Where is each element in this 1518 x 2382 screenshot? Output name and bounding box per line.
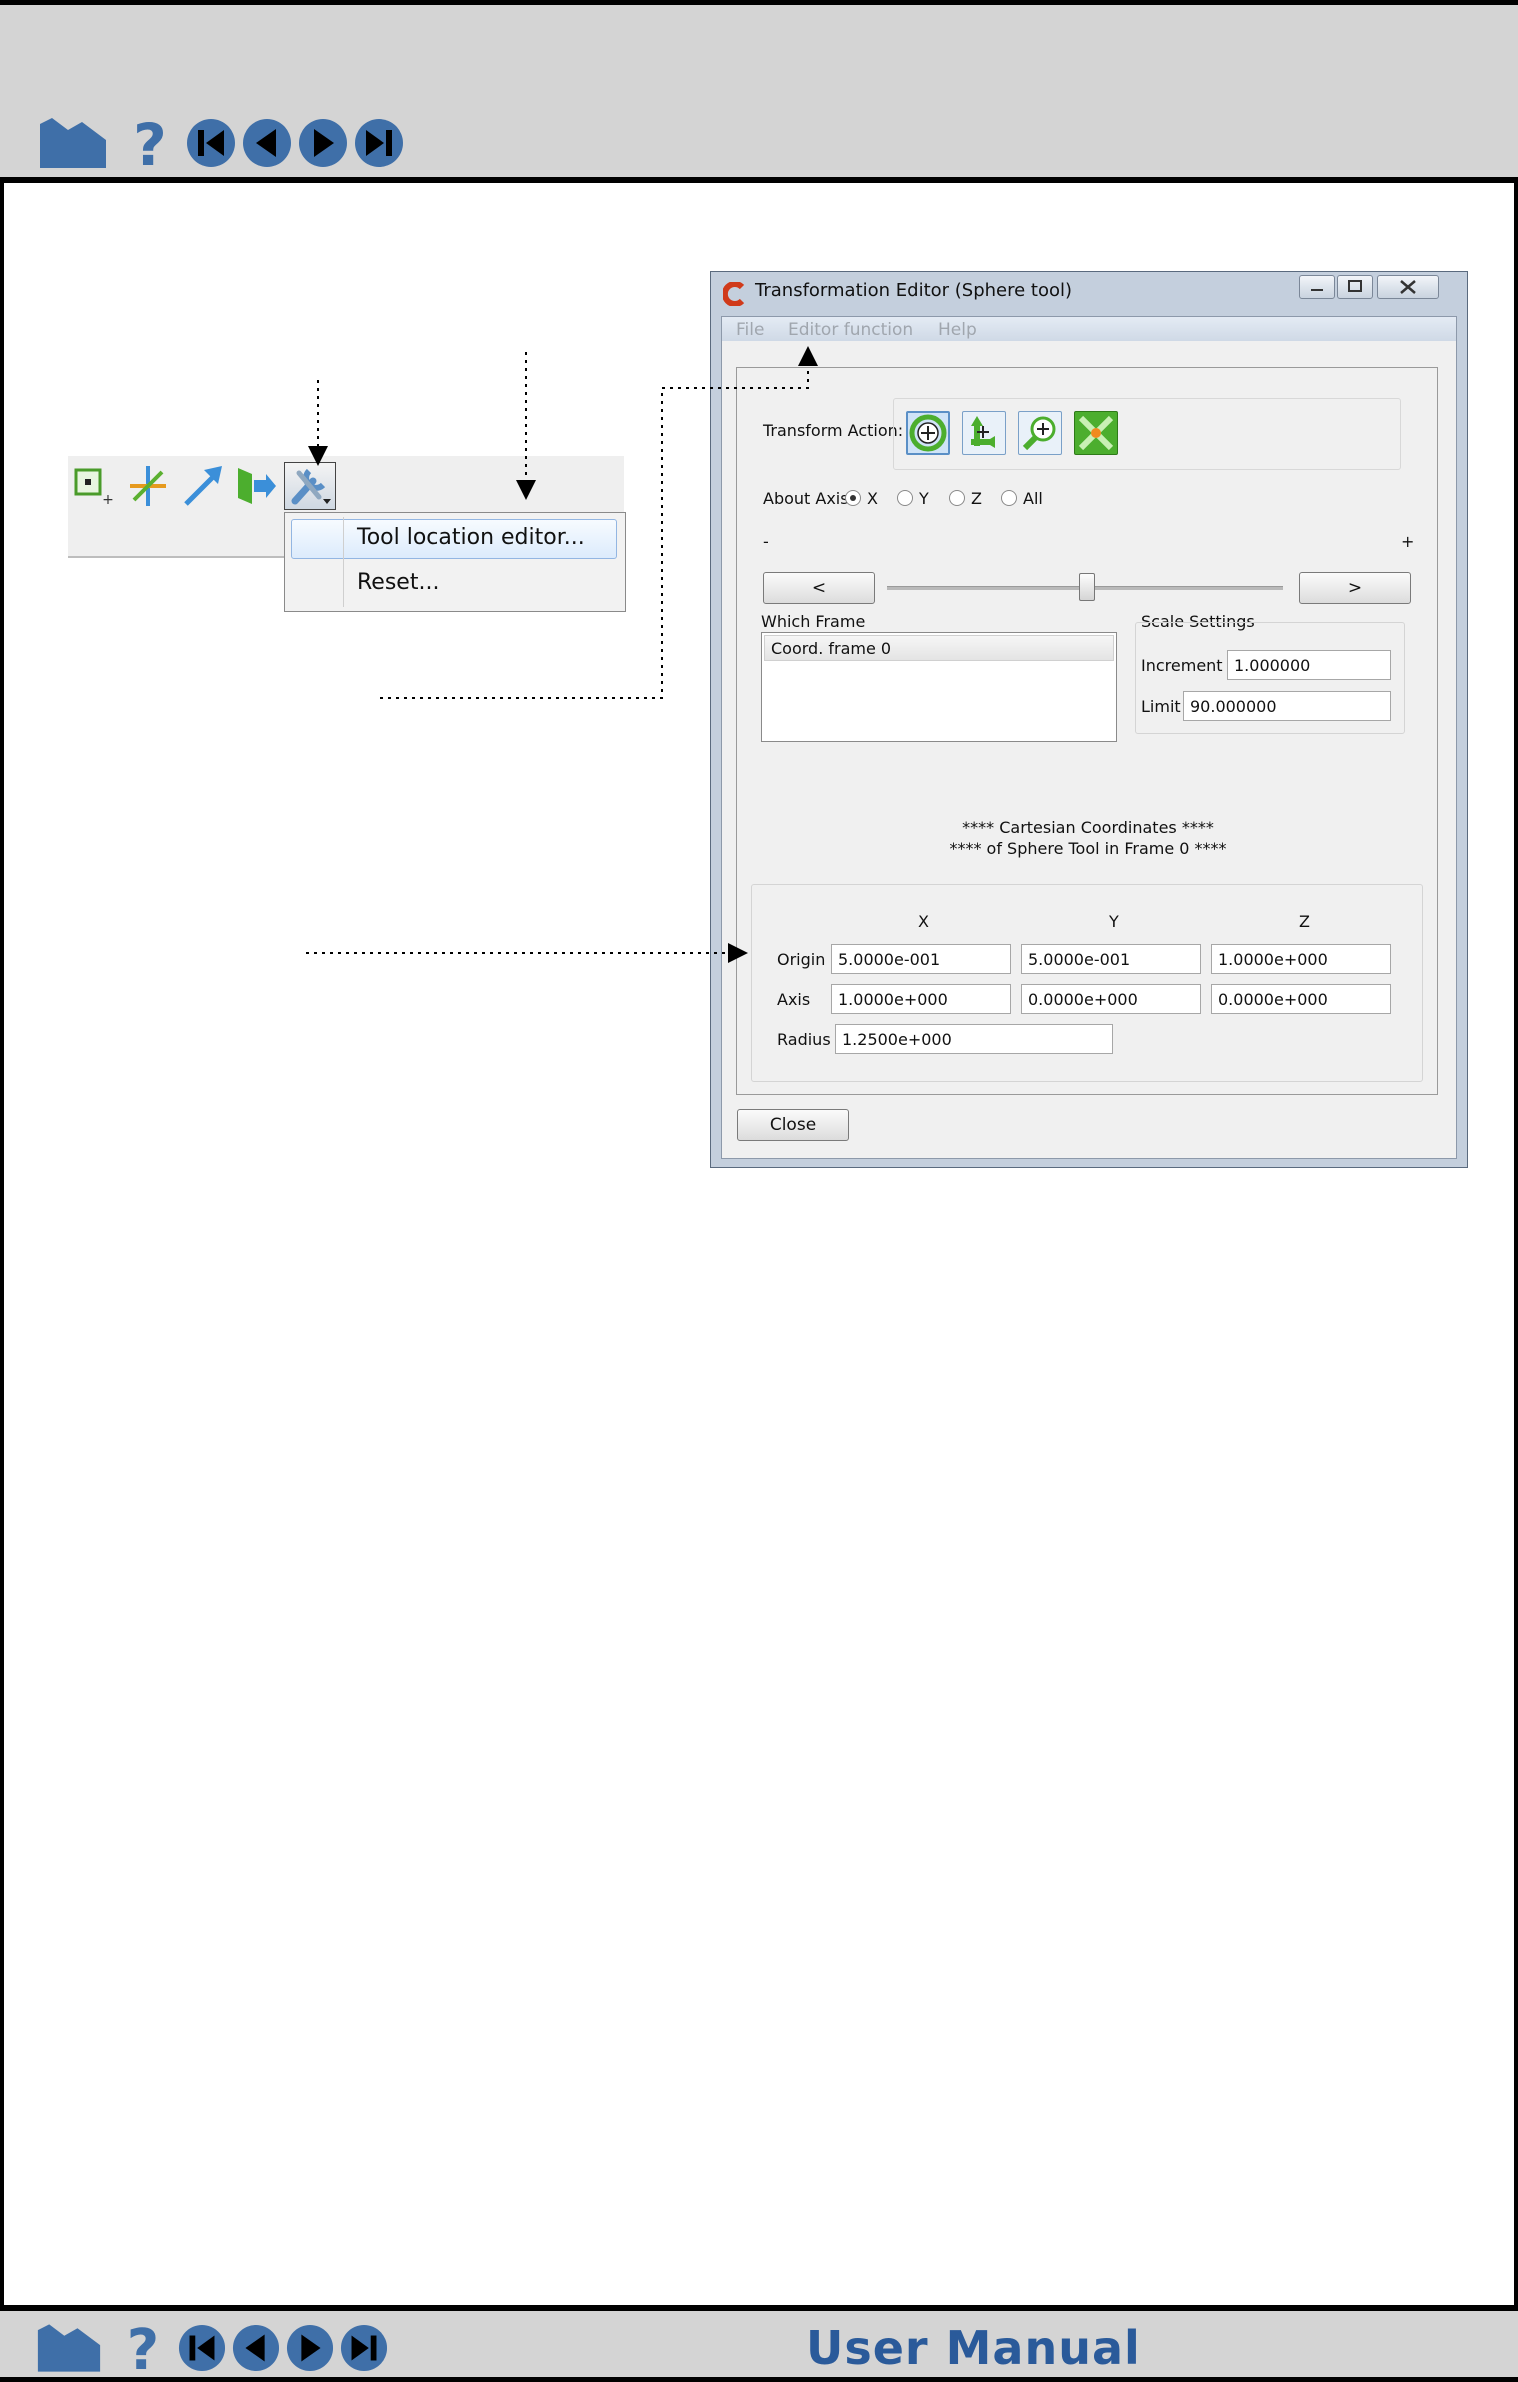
next-page-icon[interactable] (286, 2324, 334, 2372)
bottom-nav-icons: ? (36, 2319, 388, 2377)
manual-title: User Manual (806, 2321, 1141, 2375)
previous-page-icon[interactable] (232, 2324, 280, 2372)
help-icon[interactable]: ? (116, 2319, 170, 2377)
annotation-arrows (306, 346, 818, 963)
arrow-to-editor-function-menu (380, 346, 818, 699)
last-page-icon[interactable] (340, 2324, 388, 2372)
bottom-nav-bar: ? User Manual (0, 2305, 1518, 2382)
home-icon[interactable] (36, 2322, 102, 2374)
first-page-icon[interactable] (178, 2324, 226, 2372)
svg-text:?: ? (127, 2319, 159, 2377)
